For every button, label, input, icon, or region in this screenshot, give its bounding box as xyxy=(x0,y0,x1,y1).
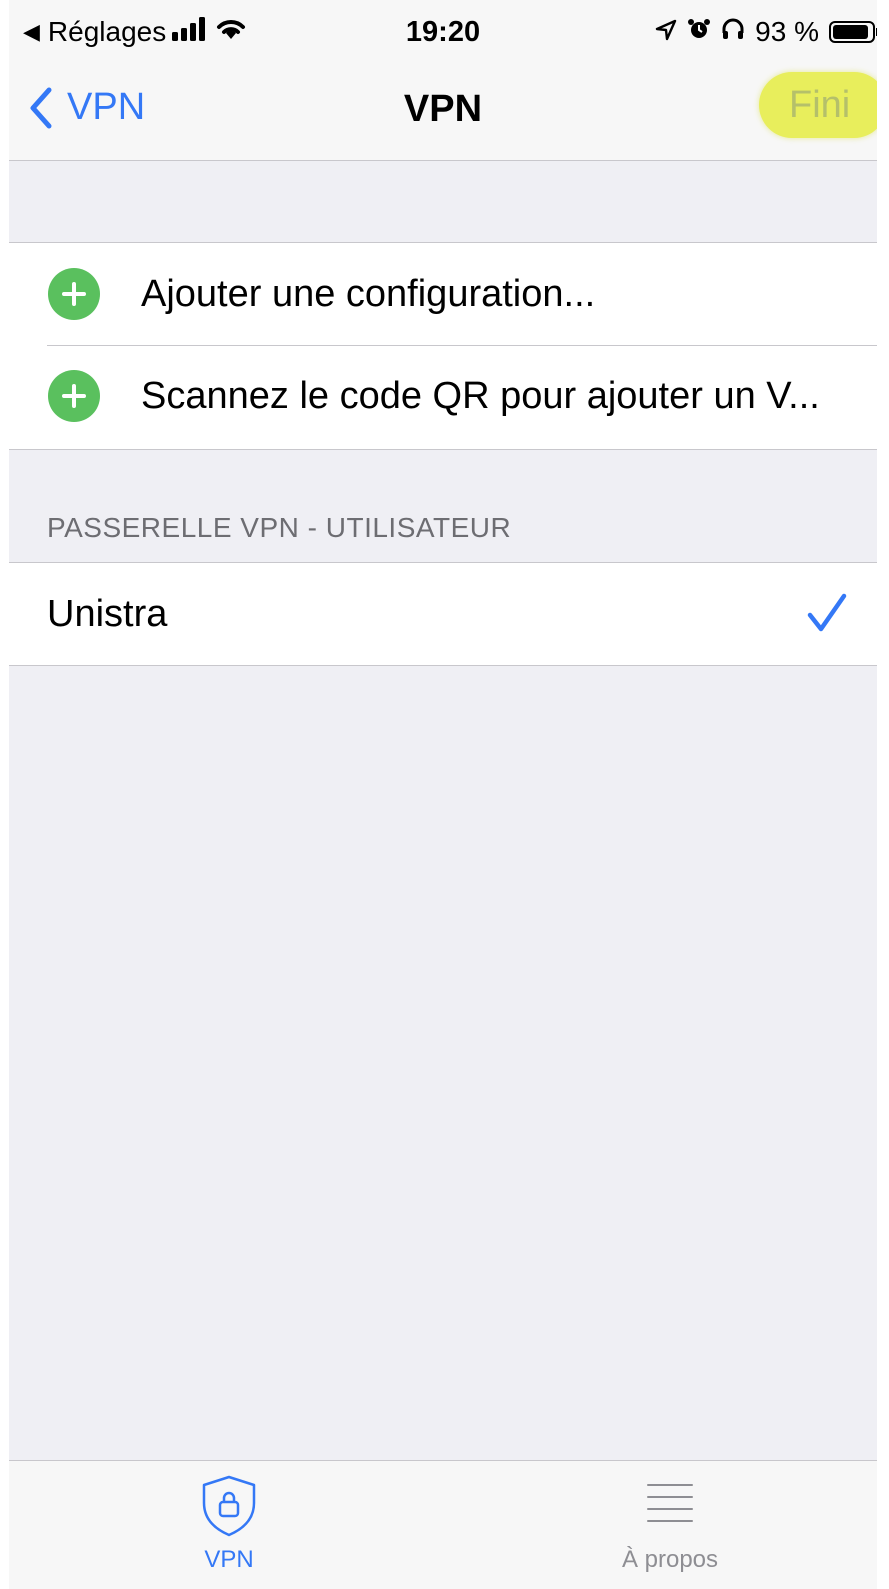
gateway-item-label: Unistra xyxy=(47,592,168,635)
status-right: 93 % xyxy=(655,16,877,48)
gateway-item[interactable]: Unistra xyxy=(9,563,877,665)
battery-percent: 93 % xyxy=(755,16,819,47)
scan-qr-row[interactable]: Scannez le code QR pour ajouter un V... xyxy=(9,345,877,447)
headphones-icon xyxy=(721,16,745,48)
shield-lock-icon xyxy=(202,1475,256,1537)
location-icon xyxy=(655,16,677,48)
tab-vpn[interactable]: VPN xyxy=(129,1473,329,1574)
add-configuration-label: Ajouter une configuration... xyxy=(141,272,596,315)
status-bar: ◀ Réglages 19:20 93 % xyxy=(9,0,877,68)
scan-qr-label: Scannez le code QR pour ajouter un V... xyxy=(141,374,820,417)
tab-bar: VPN À propos xyxy=(9,1460,877,1589)
done-button[interactable]: Fini xyxy=(759,72,877,138)
actions-group: Ajouter une configuration... Scannez le … xyxy=(9,242,877,450)
page-title: VPN xyxy=(403,88,483,130)
tab-about-label: À propos xyxy=(621,1546,719,1573)
screen: ◀ Réglages 19:20 93 % VPN VPN Fini Ajout… xyxy=(9,0,877,1589)
gateway-section-header: PASSERELLE VPN - UTILISATEUR xyxy=(47,512,512,543)
plus-circle-icon xyxy=(48,268,100,320)
battery-icon xyxy=(829,21,877,43)
tab-about[interactable]: À propos xyxy=(570,1473,770,1574)
list-icon xyxy=(647,1484,693,1522)
add-configuration-row[interactable]: Ajouter une configuration... xyxy=(9,243,877,345)
alarm-icon xyxy=(687,16,711,48)
gateway-list: Unistra xyxy=(9,562,877,666)
checkmark-icon xyxy=(807,593,847,638)
plus-circle-icon xyxy=(48,370,100,422)
nav-bar: VPN VPN Fini xyxy=(9,68,877,161)
tab-vpn-label: VPN xyxy=(204,1546,254,1573)
